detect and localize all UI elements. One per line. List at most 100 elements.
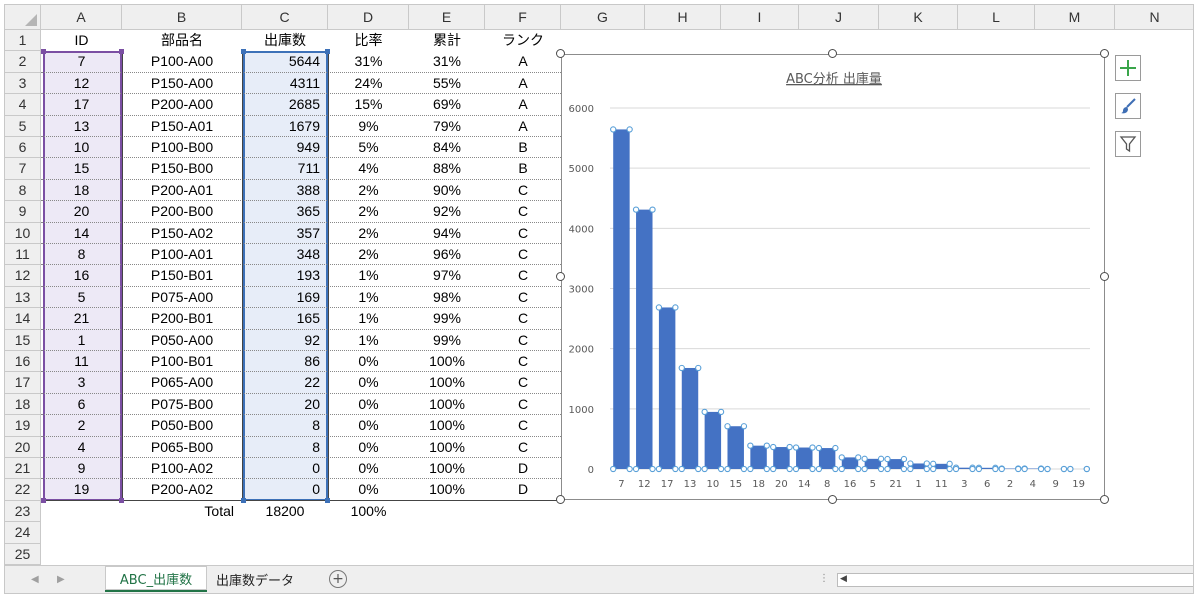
selection-handle[interactable]: [119, 49, 124, 55]
bar-selection-handle[interactable]: [786, 465, 793, 473]
cell-quantity[interactable]: 1679: [242, 116, 328, 137]
bar-selection-handle[interactable]: [626, 465, 633, 473]
bar-selection-handle[interactable]: [695, 465, 702, 473]
cell-quantity[interactable]: 711: [242, 158, 328, 179]
cell-id[interactable]: 8: [41, 244, 122, 265]
cell-id[interactable]: 11: [41, 351, 122, 372]
cell-cumulative[interactable]: 90%: [409, 180, 485, 201]
row-header-22[interactable]: 22: [5, 479, 41, 501]
cell-quantity[interactable]: 8: [242, 437, 328, 458]
cell-rank[interactable]: A: [485, 94, 561, 115]
bar-selection-handle[interactable]: [877, 455, 885, 462]
row-header-14[interactable]: 14: [5, 308, 41, 330]
cell-ratio[interactable]: 0%: [328, 372, 409, 393]
cell-rank[interactable]: C: [485, 265, 561, 286]
chart-resize-handle-br[interactable]: [1100, 495, 1109, 504]
cell-ratio[interactable]: 24%: [328, 73, 409, 94]
selection-handle[interactable]: [325, 497, 330, 503]
column-header-m[interactable]: M: [1035, 5, 1115, 30]
row-header-23[interactable]: 23: [5, 500, 41, 523]
cell-rank[interactable]: C: [485, 351, 561, 372]
cell-ratio[interactable]: 31%: [328, 51, 409, 72]
bar-selection-handle[interactable]: [626, 126, 633, 133]
cell-part-name[interactable]: P100-A01: [122, 244, 242, 265]
bar-selection-handle[interactable]: [832, 444, 839, 452]
row-header-11[interactable]: 11: [5, 244, 41, 266]
cell-part-name[interactable]: P100-B01: [122, 351, 242, 372]
row-header-15[interactable]: 15: [5, 329, 41, 351]
bar-selection-handle[interactable]: [952, 465, 960, 473]
selection-handle[interactable]: [241, 497, 246, 503]
cell-cumulative[interactable]: 98%: [409, 287, 485, 308]
cell-ratio[interactable]: 1%: [328, 265, 409, 286]
cell-part-name[interactable]: P075-B00: [122, 394, 242, 415]
column-header-j[interactable]: J: [799, 5, 879, 30]
selection-handle[interactable]: [41, 497, 46, 503]
cell-quantity[interactable]: 5644: [242, 51, 328, 72]
cell-quantity[interactable]: 4311: [242, 73, 328, 94]
bar-selection-handle[interactable]: [701, 408, 708, 416]
bar-selection-handle[interactable]: [900, 455, 908, 463]
cell-id[interactable]: 14: [41, 223, 122, 244]
chart-resize-handle-mr[interactable]: [1100, 272, 1109, 281]
cell-rank[interactable]: C: [485, 308, 561, 329]
bar-selection-handle[interactable]: [747, 465, 754, 473]
cell-ratio[interactable]: 2%: [328, 244, 409, 265]
chart-resize-handle-bl[interactable]: [556, 495, 565, 504]
selection-handle[interactable]: [325, 49, 330, 55]
bar-selection-handle[interactable]: [884, 465, 891, 473]
cell-rank[interactable]: D: [485, 479, 561, 500]
cell-cumulative[interactable]: 96%: [409, 244, 485, 265]
row-header-5[interactable]: 5: [5, 115, 41, 137]
cell-ratio[interactable]: 2%: [328, 180, 409, 201]
cell-id[interactable]: 19: [41, 479, 122, 500]
column-header-c[interactable]: C: [242, 5, 328, 30]
bar-selection-handle[interactable]: [838, 465, 845, 473]
row-header-13[interactable]: 13: [5, 286, 41, 309]
header-part-name[interactable]: 部品名: [122, 30, 242, 51]
cell-id[interactable]: 1: [41, 330, 122, 351]
cell-ratio[interactable]: 1%: [328, 287, 409, 308]
cell-cumulative[interactable]: 88%: [409, 158, 485, 179]
cell-ratio[interactable]: 2%: [328, 223, 409, 244]
bar-selection-handle[interactable]: [724, 423, 731, 430]
row-header-21[interactable]: 21: [5, 458, 41, 480]
bar-selection-handle[interactable]: [672, 304, 679, 311]
tab-quantity-data[interactable]: 出庫数データ: [209, 566, 301, 592]
column-header-f[interactable]: F: [485, 5, 561, 30]
header-cumulative[interactable]: 累計: [409, 30, 485, 51]
cell-ratio[interactable]: 4%: [328, 158, 409, 179]
cell-ratio[interactable]: 9%: [328, 116, 409, 137]
bar-selection-handle[interactable]: [655, 465, 663, 473]
cell-rank[interactable]: A: [485, 51, 561, 72]
bar-selection-handle[interactable]: [855, 465, 862, 473]
bar-selection-handle[interactable]: [763, 465, 770, 473]
cell-part-name[interactable]: P150-B01: [122, 265, 242, 286]
cell-quantity[interactable]: 2685: [242, 94, 328, 115]
cell-id[interactable]: 18: [41, 180, 122, 201]
bar-selection-handle[interactable]: [678, 364, 685, 372]
cell-quantity[interactable]: 0: [242, 458, 328, 479]
row-header-17[interactable]: 17: [5, 372, 41, 394]
cell-quantity[interactable]: 169: [242, 287, 328, 308]
cell-ratio[interactable]: 2%: [328, 201, 409, 222]
cell-id[interactable]: 3: [41, 372, 122, 393]
cell-part-name[interactable]: P100-B00: [122, 137, 242, 158]
cell-quantity[interactable]: 22: [242, 372, 328, 393]
cell-rank[interactable]: C: [485, 180, 561, 201]
bar-selection-handle[interactable]: [884, 455, 891, 463]
cell-id[interactable]: 20: [41, 201, 122, 222]
add-sheet-plus-icon[interactable]: +: [329, 570, 347, 588]
cell-rank[interactable]: C: [485, 330, 561, 351]
cell-cumulative[interactable]: 94%: [409, 223, 485, 244]
bar-selection-handle[interactable]: [1067, 465, 1074, 473]
next-sheet-arrow-icon[interactable]: ▶: [57, 574, 65, 585]
column-header-a[interactable]: A: [41, 5, 122, 30]
bar[interactable]: [750, 445, 767, 469]
cell-rank[interactable]: C: [485, 415, 561, 436]
bar-selection-handle[interactable]: [1060, 465, 1068, 473]
cell-id[interactable]: 2: [41, 415, 122, 436]
cell-id[interactable]: 9: [41, 458, 122, 479]
cell-cumulative[interactable]: 55%: [409, 73, 485, 94]
cell-quantity[interactable]: 388: [242, 180, 328, 201]
